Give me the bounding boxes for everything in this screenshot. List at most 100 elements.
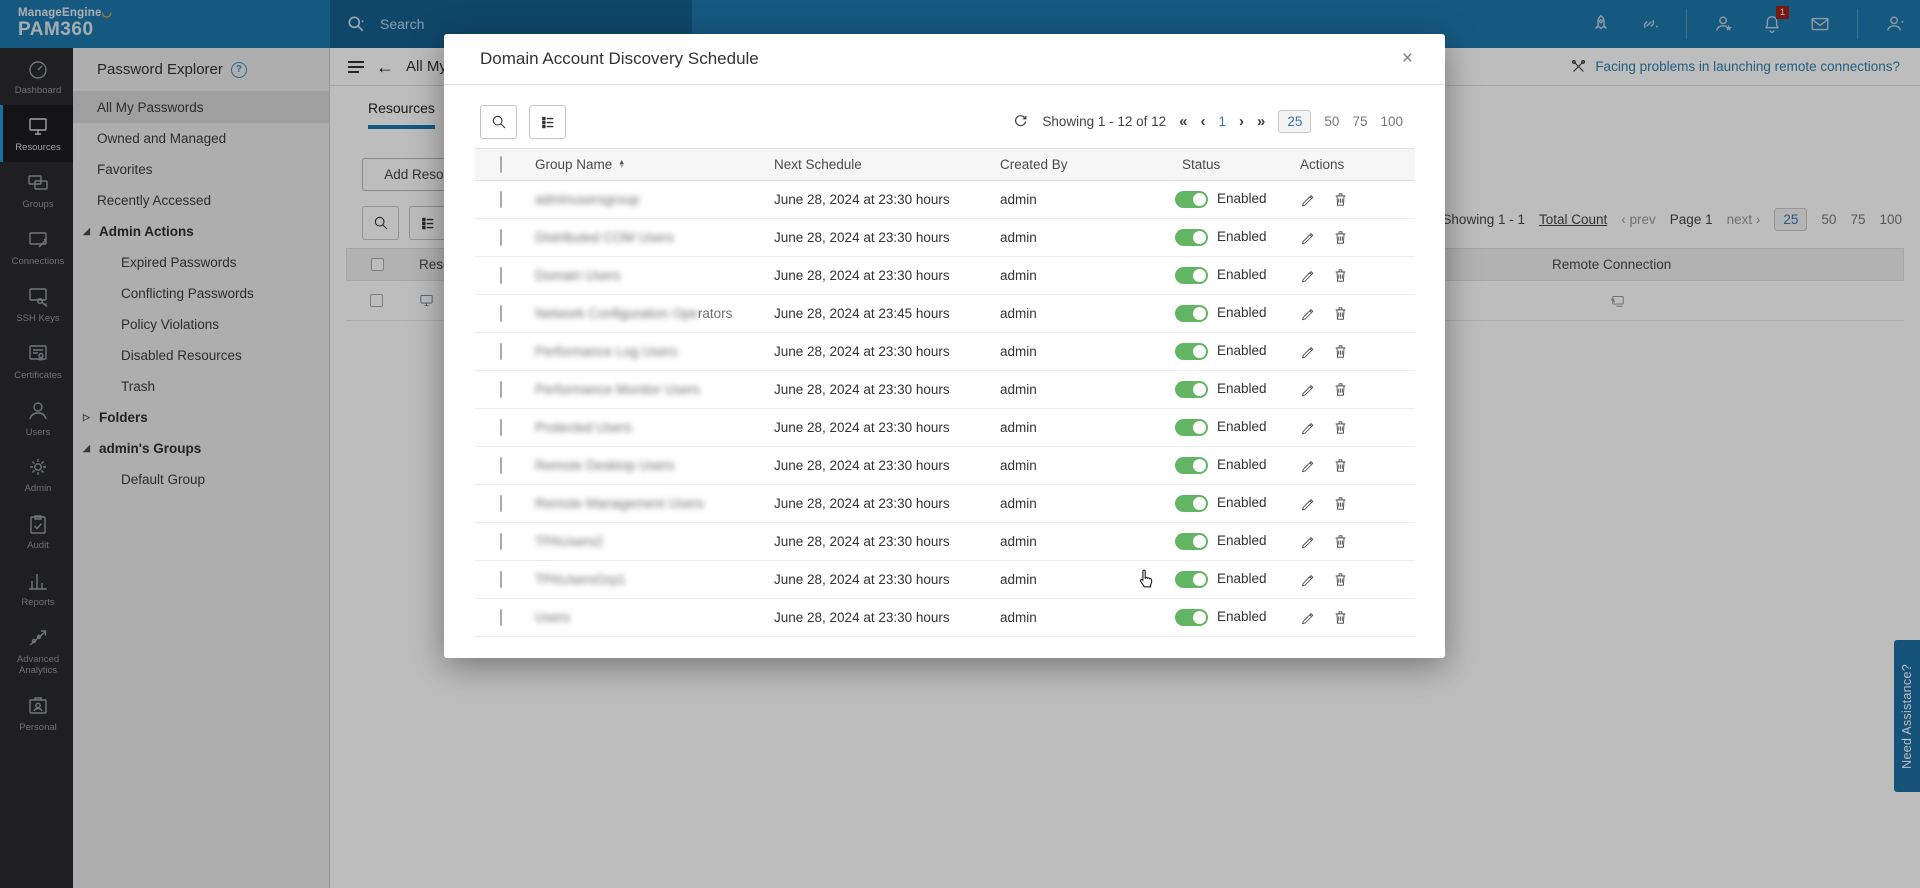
status-cell: Enabled [1175, 609, 1298, 626]
edit-icon[interactable] [1300, 609, 1317, 626]
status-toggle[interactable] [1175, 191, 1208, 208]
row-checkbox[interactable] [500, 495, 502, 512]
row-checkbox[interactable] [500, 533, 502, 550]
next-schedule-cell: June 28, 2024 at 23:30 hours [774, 572, 1000, 587]
modal-column-chooser-button[interactable] [529, 105, 566, 139]
delete-icon[interactable] [1332, 495, 1349, 512]
status-cell: Enabled [1175, 571, 1298, 588]
row-checkbox[interactable] [500, 381, 502, 398]
status-toggle[interactable] [1175, 457, 1208, 474]
current-page[interactable]: 1 [1219, 114, 1227, 129]
edit-icon[interactable] [1300, 495, 1317, 512]
status-label: Enabled [1217, 267, 1267, 282]
status-toggle[interactable] [1175, 419, 1208, 436]
edit-icon[interactable] [1300, 533, 1317, 550]
row-checkbox[interactable] [500, 571, 502, 588]
status-cell: Enabled [1175, 533, 1298, 550]
row-checkbox[interactable] [500, 229, 502, 246]
row-checkbox[interactable] [500, 305, 502, 322]
row-checkbox[interactable] [500, 609, 502, 626]
next-schedule-cell: June 28, 2024 at 23:30 hours [774, 534, 1000, 549]
created-by-cell: admin [1000, 420, 1175, 435]
modal-page-size-25[interactable]: 25 [1278, 110, 1311, 133]
group-name-cell: Remote Desktop Users [535, 458, 774, 473]
row-checkbox[interactable] [500, 267, 502, 284]
delete-icon[interactable] [1332, 305, 1349, 322]
status-toggle[interactable] [1175, 229, 1208, 246]
table-row: TPAUsersGrp1June 28, 2024 at 23:30 hours… [475, 561, 1415, 599]
delete-icon[interactable] [1332, 609, 1349, 626]
created-by-cell: admin [1000, 344, 1175, 359]
prev-page-icon[interactable]: ‹ [1201, 114, 1206, 129]
status-toggle[interactable] [1175, 533, 1208, 550]
table-row: Performance Log UsersJune 28, 2024 at 23… [475, 333, 1415, 371]
created-by-header: Created By [1000, 157, 1175, 172]
delete-icon[interactable] [1332, 267, 1349, 284]
delete-icon[interactable] [1332, 381, 1349, 398]
edit-icon[interactable] [1300, 457, 1317, 474]
delete-icon[interactable] [1332, 191, 1349, 208]
edit-icon[interactable] [1300, 305, 1317, 322]
schedule-table: Group Name▲▼ Next Schedule Created By St… [475, 148, 1415, 637]
status-toggle[interactable] [1175, 305, 1208, 322]
status-label: Enabled [1217, 419, 1267, 434]
table-row: Remote Desktop UsersJune 28, 2024 at 23:… [475, 447, 1415, 485]
modal-page-size-100[interactable]: 100 [1380, 114, 1403, 129]
status-toggle[interactable] [1175, 343, 1208, 360]
group-name-header[interactable]: Group Name [535, 157, 612, 172]
row-checkbox[interactable] [500, 191, 502, 208]
delete-icon[interactable] [1332, 457, 1349, 474]
edit-icon[interactable] [1300, 381, 1317, 398]
delete-icon[interactable] [1332, 533, 1349, 550]
delete-icon[interactable] [1332, 571, 1349, 588]
group-name-cell: Domain Users [535, 268, 774, 283]
modal-search-button[interactable] [480, 105, 517, 139]
row-checkbox[interactable] [500, 457, 502, 474]
last-page-icon[interactable]: » [1257, 114, 1265, 129]
refresh-icon[interactable] [1012, 113, 1029, 130]
table-row: Remote Management UsersJune 28, 2024 at … [475, 485, 1415, 523]
edit-icon[interactable] [1300, 191, 1317, 208]
status-cell: Enabled [1175, 267, 1298, 284]
status-toggle[interactable] [1175, 267, 1208, 284]
edit-icon[interactable] [1300, 571, 1317, 588]
modal-pagination: Showing 1 - 12 of 12 « ‹ 1 › » 25 50 75 … [1012, 110, 1403, 133]
status-label: Enabled [1217, 381, 1267, 396]
modal-select-all-checkbox[interactable] [500, 156, 502, 173]
sort-icon[interactable]: ▲▼ [618, 161, 625, 169]
status-toggle[interactable] [1175, 571, 1208, 588]
status-cell: Enabled [1175, 495, 1298, 512]
created-by-cell: admin [1000, 306, 1175, 321]
delete-icon[interactable] [1332, 229, 1349, 246]
delete-icon[interactable] [1332, 343, 1349, 360]
next-schedule-cell: June 28, 2024 at 23:30 hours [774, 344, 1000, 359]
close-icon[interactable]: × [1394, 44, 1421, 74]
created-by-cell: admin [1000, 458, 1175, 473]
row-checkbox[interactable] [500, 343, 502, 360]
created-by-cell: admin [1000, 496, 1175, 511]
status-toggle[interactable] [1175, 495, 1208, 512]
status-label: Enabled [1217, 343, 1267, 358]
edit-icon[interactable] [1300, 267, 1317, 284]
modal-page-size-50[interactable]: 50 [1324, 114, 1339, 129]
first-page-icon[interactable]: « [1179, 114, 1187, 129]
table-row: adminusersgroupJune 28, 2024 at 23:30 ho… [475, 181, 1415, 219]
next-schedule-header: Next Schedule [774, 157, 1000, 172]
next-page-icon[interactable]: › [1239, 114, 1244, 129]
status-cell: Enabled [1175, 419, 1298, 436]
row-checkbox[interactable] [500, 419, 502, 436]
group-name-cell: Distributed COM Users [535, 230, 774, 245]
status-label: Enabled [1217, 609, 1267, 624]
edit-icon[interactable] [1300, 343, 1317, 360]
table-row: Network Configuration OperatorsJune 28, … [475, 295, 1415, 333]
status-label: Enabled [1217, 571, 1267, 586]
delete-icon[interactable] [1332, 419, 1349, 436]
edit-icon[interactable] [1300, 419, 1317, 436]
created-by-cell: admin [1000, 192, 1175, 207]
status-toggle[interactable] [1175, 381, 1208, 398]
edit-icon[interactable] [1300, 229, 1317, 246]
status-cell: Enabled [1175, 229, 1298, 246]
status-toggle[interactable] [1175, 609, 1208, 626]
modal-page-size-75[interactable]: 75 [1352, 114, 1367, 129]
next-schedule-cell: June 28, 2024 at 23:30 hours [774, 382, 1000, 397]
